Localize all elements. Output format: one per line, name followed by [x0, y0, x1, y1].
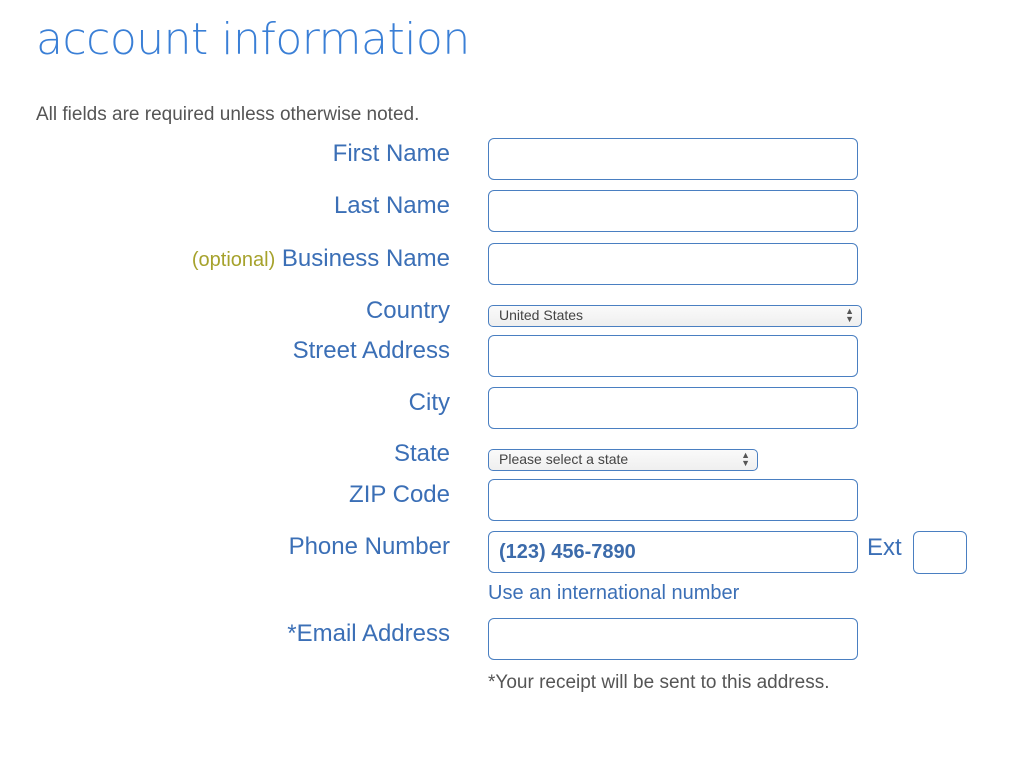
required-note: All fields are required unless otherwise… [36, 104, 420, 125]
phone-input[interactable] [488, 531, 858, 573]
select-arrows-icon: ▲ ▼ [741, 450, 750, 468]
last-name-input[interactable] [488, 190, 858, 232]
city-label: City [408, 389, 450, 416]
email-receipt-note: *Your receipt will be sent to this addre… [488, 672, 830, 693]
email-input[interactable] [488, 618, 858, 660]
optional-tag: (optional) [191, 249, 276, 271]
phone-label: Phone Number [288, 533, 450, 560]
state-select[interactable]: Please select a state ▲ ▼ [488, 449, 758, 471]
ext-label: Ext [867, 534, 902, 561]
country-select[interactable]: United States ▲ ▼ [488, 305, 862, 327]
email-label: *Email Address [287, 620, 450, 647]
page-title: account information [36, 14, 470, 65]
state-label: State [393, 440, 450, 467]
first-name-input[interactable] [488, 138, 858, 180]
country-label: Country [365, 297, 450, 324]
street-address-input[interactable] [488, 335, 858, 377]
street-address-label: Street Address [292, 337, 450, 364]
first-name-label: First Name [332, 140, 450, 167]
business-name-input[interactable] [488, 243, 858, 285]
state-selected-value: Please select a state [499, 451, 629, 467]
ext-input[interactable] [913, 531, 967, 574]
business-name-label: Business Name [281, 245, 450, 272]
country-selected-value: United States [499, 307, 584, 323]
zip-input[interactable] [488, 479, 858, 521]
zip-label: ZIP Code [349, 481, 450, 508]
international-number-link[interactable]: Use an international number [488, 582, 739, 605]
select-arrows-icon: ▲ ▼ [845, 306, 854, 324]
last-name-label: Last Name [333, 192, 450, 219]
city-input[interactable] [488, 387, 858, 429]
business-name-label-group: (optional) Business Name [192, 245, 450, 273]
